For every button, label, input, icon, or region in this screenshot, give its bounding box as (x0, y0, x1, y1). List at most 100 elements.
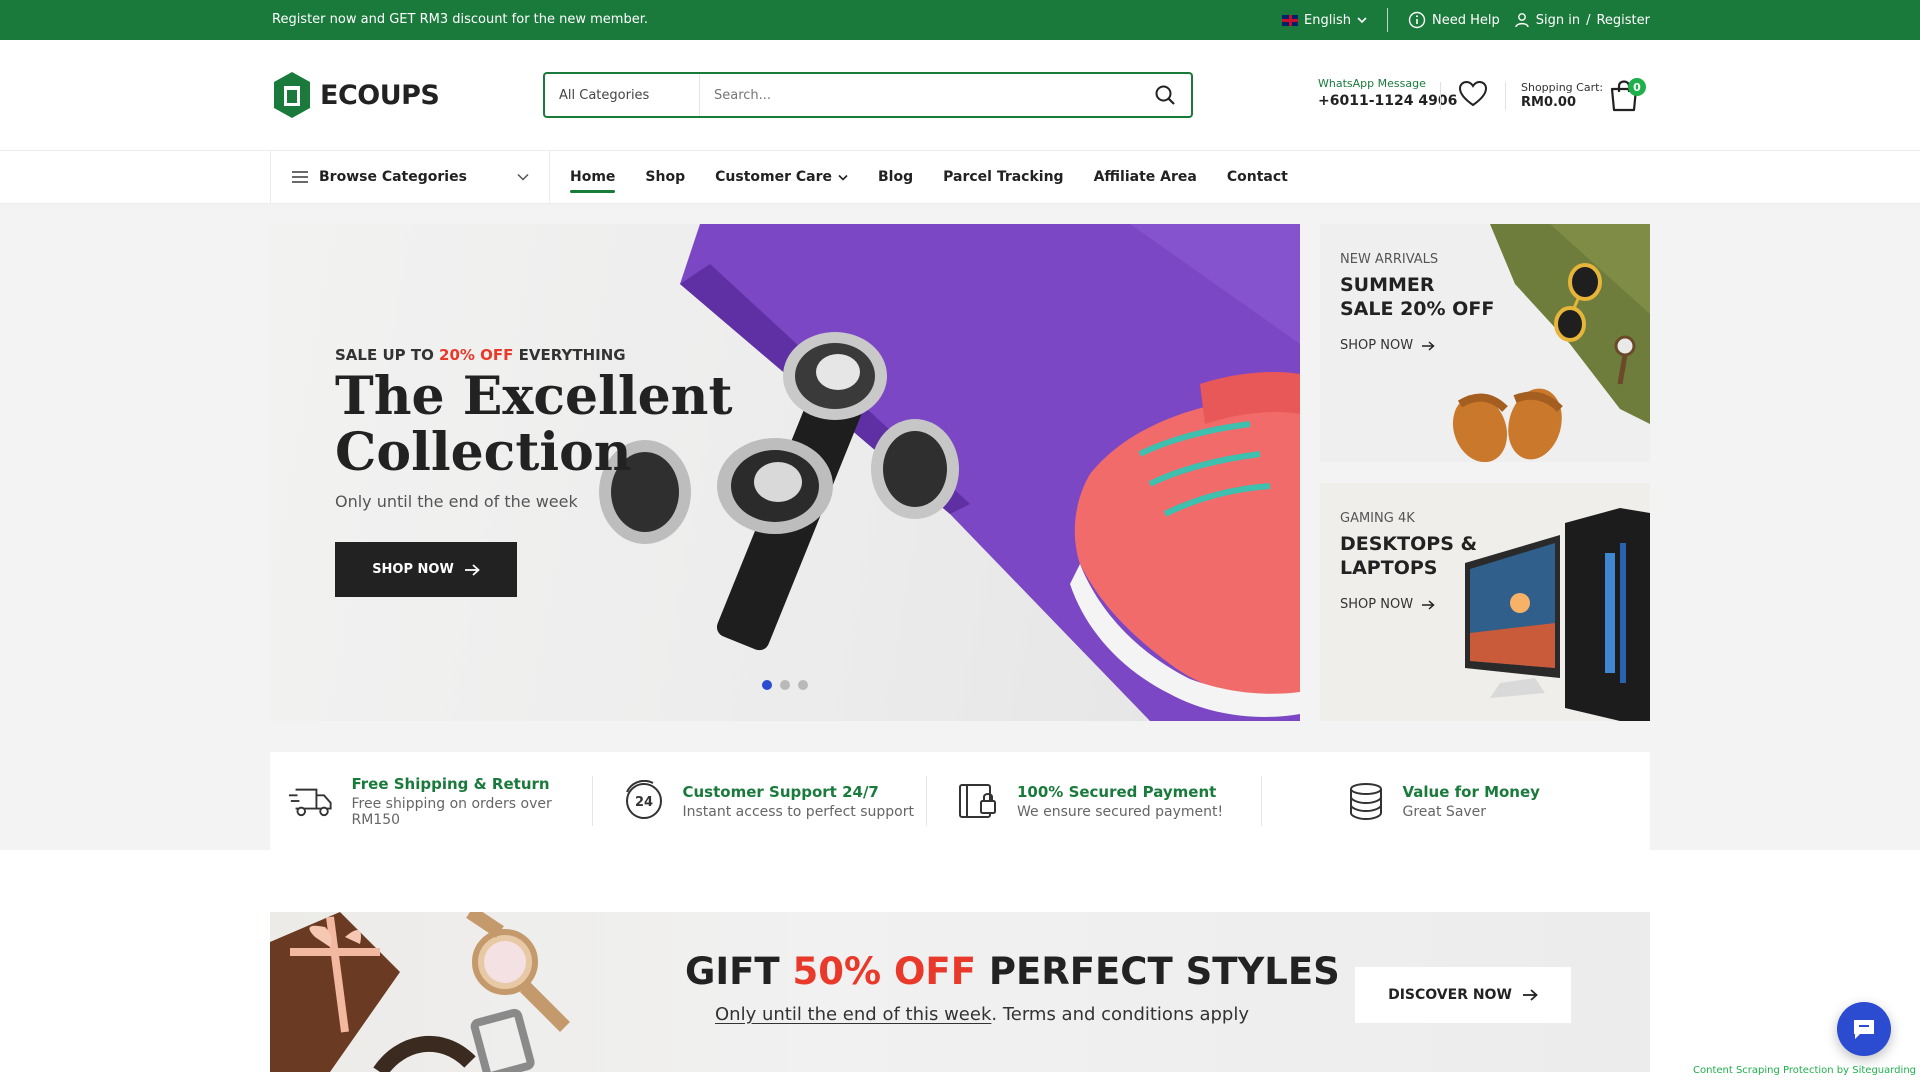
site-logo[interactable]: ECOUPS (270, 70, 440, 120)
nav-link-blog[interactable]: Blog (878, 169, 913, 185)
gift-subtitle-rest: . Terms and conditions apply (991, 1004, 1249, 1025)
truck-icon (288, 788, 332, 817)
hero-kicker: SALE UP TO 20% OFF EVERYTHING (335, 346, 626, 364)
gift-headline: GIFT 50% OFF PERFECT STYLES (685, 950, 1340, 993)
need-help-link[interactable]: Need Help (1408, 11, 1500, 29)
top-bar: Register now and GET RM3 discount for th… (0, 0, 1920, 40)
search-button[interactable] (1139, 74, 1191, 116)
feature-title: 100% Secured Payment (1017, 782, 1217, 801)
gift-headline-pre: GIFT (685, 950, 793, 993)
feature-support: 24 Customer Support 24/7 Instant access … (593, 776, 927, 826)
nav-link-customer-care-label: Customer Care (715, 169, 832, 185)
feature-desc: Free shipping on orders over RM150 (351, 795, 552, 828)
feature-strip: Free Shipping & Return Free shipping on … (270, 752, 1650, 850)
gaming-banner[interactable]: GAMING 4K DESKTOPS & LAPTOPS SHOP NOW (1320, 483, 1650, 721)
hero-shop-now-button[interactable]: SHOP NOW (335, 542, 517, 597)
nav-link-parcel-tracking[interactable]: Parcel Tracking (943, 169, 1063, 185)
gaming-banner-title-line2: LAPTOPS (1340, 557, 1438, 579)
arrow-right-icon (464, 563, 480, 576)
feature-value: Value for Money Great Saver (1262, 776, 1651, 826)
browse-categories-button[interactable]: Browse Categories (270, 151, 550, 203)
sign-in-link[interactable]: Sign in (1536, 13, 1580, 28)
chevron-down-icon (517, 173, 529, 181)
cart-summary[interactable]: Shopping Cart: RM0.00 (1521, 81, 1603, 110)
summer-banner-title: SUMMER SALE 20% OFF (1340, 273, 1494, 321)
slash-separator: / (1586, 12, 1591, 28)
gaming-banner-title-line1: DESKTOPS & (1340, 533, 1478, 555)
main-navigation: Browse Categories Home Shop Customer Car… (0, 150, 1920, 204)
summer-shop-now-link[interactable]: SHOP NOW (1340, 338, 1435, 353)
feature-text: Customer Support 24/7 Instant access to … (683, 783, 915, 820)
support-24-icon: 24 (625, 780, 662, 819)
feature-title: Customer Support 24/7 (682, 782, 879, 801)
discover-now-button[interactable]: DISCOVER NOW (1355, 967, 1571, 1023)
hero-title-line1: The Excellent (335, 366, 733, 427)
nav-links: Home Shop Customer Care Blog Parcel Trac… (570, 151, 1288, 203)
browse-categories-label: Browse Categories (319, 169, 467, 185)
cart-count-badge: 0 (1628, 78, 1646, 96)
nav-link-customer-care[interactable]: Customer Care (715, 169, 848, 185)
wishlist-button[interactable] (1458, 80, 1488, 112)
whatsapp-contact[interactable]: WhatsApp Message +6011-1124 4906 (1318, 77, 1457, 109)
coins-icon (1349, 783, 1382, 821)
feature-text: Value for Money Great Saver (1403, 783, 1540, 820)
slider-pagination (762, 680, 808, 690)
search-input[interactable] (700, 74, 1139, 116)
nav-link-contact[interactable]: Contact (1227, 169, 1288, 185)
whatsapp-number: +6011-1124 4906 (1318, 93, 1458, 109)
account-links: Sign in / Register (1514, 12, 1650, 28)
hero-slider[interactable]: SALE UP TO 20% OFF EVERYTHING The Excell… (270, 224, 1300, 721)
logo-text: ECOUPS (320, 79, 440, 111)
discover-now-label: DISCOVER NOW (1388, 987, 1512, 1003)
slider-dot-2[interactable] (780, 680, 790, 690)
arrow-right-icon (1422, 340, 1435, 351)
hero-kicker-post: EVERYTHING (513, 346, 626, 364)
nav-link-shop[interactable]: Shop (645, 169, 685, 185)
gaming-shop-now-link[interactable]: SHOP NOW (1340, 597, 1435, 612)
language-label: English (1304, 12, 1351, 28)
gaming-banner-title: DESKTOPS & LAPTOPS (1340, 532, 1477, 580)
chat-bubble-icon (1854, 1020, 1874, 1039)
feature-title: Value for Money (1402, 782, 1540, 801)
chevron-down-icon (838, 174, 848, 181)
need-help-label: Need Help (1431, 12, 1500, 28)
logo-icon (274, 72, 310, 118)
language-selector[interactable]: English (1282, 13, 1367, 28)
slider-dot-3[interactable] (798, 680, 808, 690)
category-select[interactable]: All Categories (545, 74, 700, 116)
hero-shop-now-label: SHOP NOW (372, 562, 454, 577)
slider-dot-1[interactable] (762, 680, 772, 690)
search-bar: All Categories (543, 72, 1193, 118)
chevron-down-icon (1357, 17, 1367, 24)
chat-widget-button[interactable] (1837, 1002, 1891, 1056)
summer-banner-title-line2: SALE 20% OFF (1340, 298, 1495, 320)
divider (1505, 82, 1506, 110)
uk-flag-icon (1282, 14, 1299, 26)
cart-label: Shopping Cart: (1521, 81, 1604, 94)
user-icon (1515, 13, 1529, 28)
arrow-right-icon (1422, 599, 1435, 610)
category-select-value: All Categories (559, 87, 650, 103)
summer-sale-banner[interactable]: NEW ARRIVALS SUMMER SALE 20% OFF SHOP NOW (1320, 224, 1650, 462)
feature-title: Free Shipping & Return (351, 774, 550, 793)
nav-link-affiliate-area[interactable]: Affiliate Area (1094, 169, 1197, 185)
summer-shop-now-label: SHOP NOW (1340, 338, 1414, 353)
register-link[interactable]: Register (1596, 13, 1650, 28)
feature-desc: Great Saver (1402, 803, 1487, 820)
menu-icon (292, 171, 308, 183)
divider (1440, 82, 1441, 110)
gift-banner: GIFT 50% OFF PERFECT STYLES Only until t… (270, 912, 1650, 1072)
hero-kicker-highlight: 20% OFF (439, 346, 514, 364)
feature-desc: Instant access to perfect support (682, 803, 915, 820)
summer-banner-kicker: NEW ARRIVALS (1340, 252, 1439, 267)
hero-subtitle: Only until the end of the week (335, 492, 578, 511)
heart-icon (1458, 80, 1488, 107)
svg-text:24: 24 (634, 795, 652, 810)
feature-secure-payment: 100% Secured Payment We ensure secured p… (927, 776, 1262, 826)
gift-headline-highlight: 50% OFF (792, 950, 976, 993)
hero-title: The Excellent Collection (335, 369, 733, 481)
gift-terms-link[interactable]: Only until the end of this week (715, 1004, 991, 1025)
info-icon (1408, 11, 1426, 29)
nav-link-home[interactable]: Home (570, 169, 616, 193)
whatsapp-label: WhatsApp Message (1318, 77, 1426, 90)
